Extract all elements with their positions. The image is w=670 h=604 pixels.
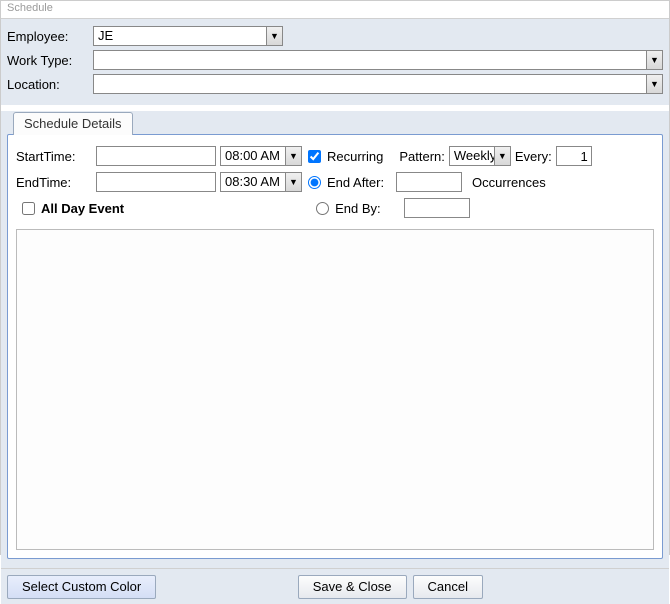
end-after-label: End After: xyxy=(327,175,392,190)
location-dropdown-button[interactable]: ▼ xyxy=(646,75,662,93)
tab-host: Schedule Details StartTime: 08:00 AM ▼ R… xyxy=(1,111,669,568)
pattern-label: Pattern: xyxy=(399,149,445,164)
tab-schedule-details[interactable]: Schedule Details xyxy=(13,112,133,135)
start-date-input[interactable] xyxy=(96,146,216,166)
every-input[interactable] xyxy=(556,146,592,166)
employee-dropdown-button[interactable]: ▼ xyxy=(266,27,282,45)
end-by-radio[interactable] xyxy=(316,202,329,215)
end-time-dropdown-button[interactable]: ▼ xyxy=(285,173,301,191)
end-after-radio[interactable] xyxy=(308,176,321,189)
recurring-checkbox[interactable] xyxy=(308,150,321,163)
pattern-value: Weekly xyxy=(450,147,494,165)
chevron-down-icon: ▼ xyxy=(270,32,279,41)
pattern-combo[interactable]: Weekly ▼ xyxy=(449,146,511,166)
tab-body: StartTime: 08:00 AM ▼ Recurring Pattern:… xyxy=(7,134,663,559)
pattern-dropdown-button[interactable]: ▼ xyxy=(494,147,510,165)
cancel-button[interactable]: Cancel xyxy=(413,575,483,599)
window-title: Schedule xyxy=(1,1,669,19)
chevron-down-icon: ▼ xyxy=(650,80,659,89)
employee-label: Employee: xyxy=(7,29,93,44)
start-time-dropdown-button[interactable]: ▼ xyxy=(285,147,301,165)
end-by-label: End By: xyxy=(335,201,400,216)
footer: Select Custom Color Save & Close Cancel xyxy=(1,568,669,604)
worktype-label: Work Type: xyxy=(7,53,93,68)
chevron-down-icon: ▼ xyxy=(650,56,659,65)
save-close-button[interactable]: Save & Close xyxy=(298,575,407,599)
worktype-combo[interactable]: ▼ xyxy=(93,50,663,70)
select-custom-color-button[interactable]: Select Custom Color xyxy=(7,575,156,599)
schedule-window: Schedule Employee: JE ▼ Work Type: ▼ Loc… xyxy=(0,0,670,555)
occurrences-label: Occurrences xyxy=(472,175,546,190)
every-label: Every: xyxy=(515,149,552,164)
start-time-combo[interactable]: 08:00 AM ▼ xyxy=(220,146,302,166)
end-by-input[interactable] xyxy=(404,198,470,218)
employee-combo[interactable]: JE ▼ xyxy=(93,26,283,46)
employee-value: JE xyxy=(94,27,266,45)
tab-strip: Schedule Details xyxy=(7,111,663,134)
chevron-down-icon: ▼ xyxy=(289,152,298,161)
notes-area[interactable] xyxy=(16,229,654,550)
end-time-combo[interactable]: 08:30 AM ▼ xyxy=(220,172,302,192)
end-date-input[interactable] xyxy=(96,172,216,192)
location-value xyxy=(94,75,646,93)
start-time-label: StartTime: xyxy=(16,149,92,164)
start-time-value: 08:00 AM xyxy=(221,147,285,165)
recurring-label: Recurring xyxy=(327,149,383,164)
end-time-label: EndTime: xyxy=(16,175,92,190)
chevron-down-icon: ▼ xyxy=(289,178,298,187)
all-day-checkbox[interactable] xyxy=(22,202,35,215)
end-after-input[interactable] xyxy=(396,172,462,192)
all-day-label: All Day Event xyxy=(41,201,124,216)
header-panel: Employee: JE ▼ Work Type: ▼ Location: ▼ xyxy=(1,19,669,105)
chevron-down-icon: ▼ xyxy=(498,152,507,161)
location-combo[interactable]: ▼ xyxy=(93,74,663,94)
location-label: Location: xyxy=(7,77,93,92)
worktype-value xyxy=(94,51,646,69)
worktype-dropdown-button[interactable]: ▼ xyxy=(646,51,662,69)
end-time-value: 08:30 AM xyxy=(221,173,285,191)
